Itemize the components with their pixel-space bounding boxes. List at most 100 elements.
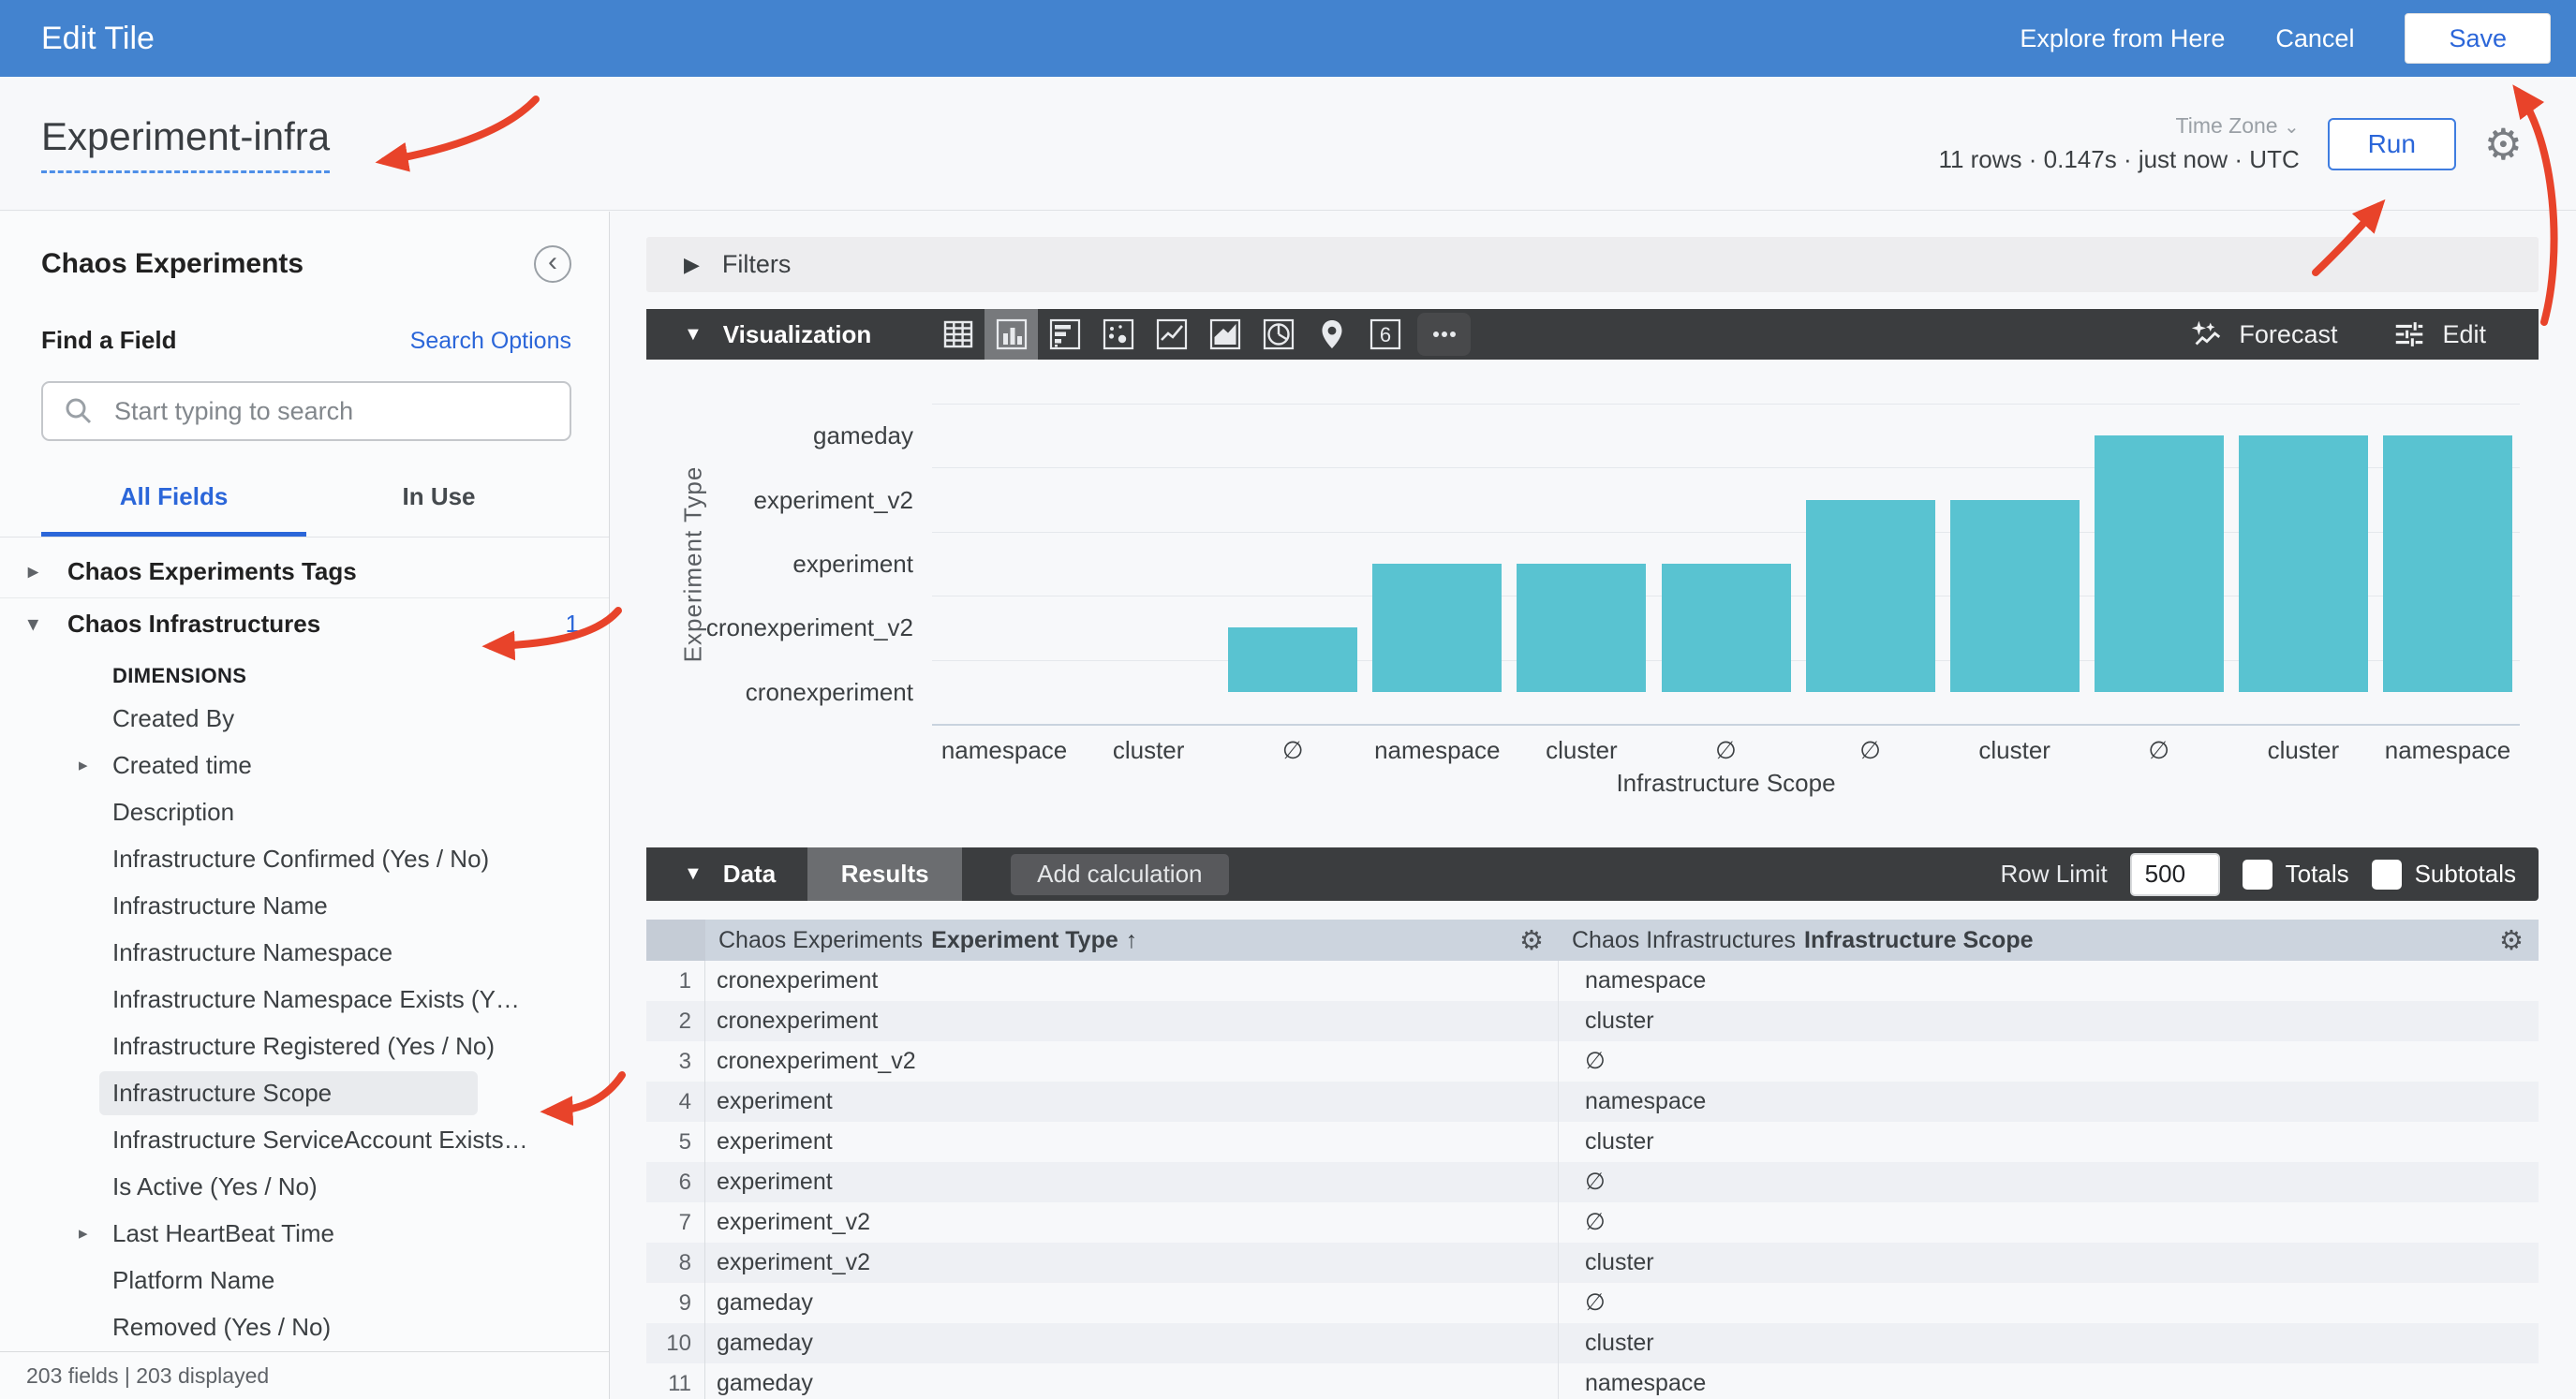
pie-chart-icon[interactable]: [1251, 309, 1305, 360]
sidebar-group-chaos-infrastructures[interactable]: ▾Chaos Infrastructures1: [0, 597, 609, 650]
add-calculation-button[interactable]: Add calculation: [1011, 854, 1228, 895]
table-row[interactable]: 11gamedaynamespace: [646, 1363, 2539, 1399]
sidebar-field-created-time[interactable]: ▸Created time: [0, 742, 609, 788]
cell-experiment-type[interactable]: gameday: [705, 1283, 1559, 1323]
save-button[interactable]: Save: [2405, 13, 2551, 64]
caret-right-icon[interactable]: ▸: [79, 1223, 88, 1244]
cell-infrastructure-scope[interactable]: namespace: [1559, 961, 2539, 1001]
cell-experiment-type[interactable]: experiment: [705, 1162, 1559, 1202]
subtotals-checkbox[interactable]: [2372, 860, 2402, 890]
chart-bar[interactable]: [2383, 435, 2512, 692]
tile-title[interactable]: Experiment-infra: [41, 114, 330, 173]
cell-experiment-type[interactable]: experiment: [705, 1082, 1559, 1122]
search-options-link[interactable]: Search Options: [410, 328, 571, 355]
search-input[interactable]: [114, 397, 551, 426]
sidebar-field-infrastructure-registered-yes-no-[interactable]: Infrastructure Registered (Yes / No): [0, 1023, 609, 1069]
filters-section[interactable]: ▶ Filters: [646, 237, 2539, 292]
forecast-button[interactable]: Forecast: [2188, 317, 2337, 352]
gear-icon[interactable]: ⚙: [2484, 123, 2523, 166]
table-row[interactable]: 9gameday∅: [646, 1283, 2539, 1323]
chart-bar[interactable]: [1806, 500, 1935, 692]
row-limit-input[interactable]: [2130, 853, 2220, 896]
bar-chart-icon[interactable]: [1038, 309, 1091, 360]
single-value-icon[interactable]: 6: [1358, 309, 1412, 360]
cell-experiment-type[interactable]: gameday: [705, 1363, 1559, 1399]
sidebar-field-infrastructure-scope[interactable]: Infrastructure Scope: [0, 1069, 609, 1116]
table-row[interactable]: 4experimentnamespace: [646, 1082, 2539, 1122]
sidebar-field-infrastructure-confirmed-yes-no-[interactable]: Infrastructure Confirmed (Yes / No): [0, 835, 609, 882]
sidebar-field-platform-name[interactable]: Platform Name: [0, 1257, 609, 1303]
field-search-box[interactable]: [41, 381, 571, 441]
sidebar-field-created-by[interactable]: Created By: [0, 695, 609, 742]
tab-all-fields[interactable]: All Fields: [41, 482, 306, 537]
caret-right-icon[interactable]: ▸: [28, 560, 38, 583]
column-chart-icon[interactable]: [985, 309, 1038, 360]
cell-infrastructure-scope[interactable]: cluster: [1559, 1122, 2539, 1162]
field-count-footer: 203 fields | 203 displayed: [0, 1351, 609, 1399]
cell-infrastructure-scope[interactable]: namespace: [1559, 1363, 2539, 1399]
cell-infrastructure-scope[interactable]: ∅: [1559, 1041, 2539, 1082]
sidebar-field-is-active-yes-no-[interactable]: Is Active (Yes / No): [0, 1163, 609, 1210]
timezone-dropdown[interactable]: Time Zone ⌄: [1938, 113, 2299, 139]
area-chart-icon[interactable]: [1198, 309, 1251, 360]
column-header-infrastructure-scope[interactable]: Chaos Infrastructures Infrastructure Sco…: [1559, 920, 2539, 961]
chevron-down-icon[interactable]: ▼: [684, 324, 703, 346]
cell-experiment-type[interactable]: experiment_v2: [705, 1243, 1559, 1283]
table-row[interactable]: 8experiment_v2cluster: [646, 1243, 2539, 1283]
cell-infrastructure-scope[interactable]: cluster: [1559, 1001, 2539, 1041]
cell-experiment-type[interactable]: cronexperiment: [705, 1001, 1559, 1041]
table-row[interactable]: 2cronexperimentcluster: [646, 1001, 2539, 1041]
table-row[interactable]: 5experimentcluster: [646, 1122, 2539, 1162]
table-row[interactable]: 6experiment∅: [646, 1162, 2539, 1202]
chart-bar[interactable]: [1517, 564, 1646, 692]
sidebar-field-infrastructure-name[interactable]: Infrastructure Name: [0, 882, 609, 929]
sidebar-field-last-heartbeat-time[interactable]: ▸Last HeartBeat Time: [0, 1210, 609, 1257]
sidebar-group-chaos-experiments-tags[interactable]: ▸Chaos Experiments Tags: [0, 545, 609, 597]
totals-checkbox[interactable]: [2243, 860, 2273, 890]
cancel-button[interactable]: Cancel: [2275, 24, 2354, 53]
sidebar-field-infrastructure-namespace-exists-y-[interactable]: Infrastructure Namespace Exists (Y…: [0, 976, 609, 1023]
results-tab[interactable]: Results: [807, 847, 962, 901]
table-row[interactable]: 7experiment_v2∅: [646, 1202, 2539, 1243]
more-options-icon[interactable]: [1417, 313, 1471, 356]
sidebar-field-removed-yes-no-[interactable]: Removed (Yes / No): [0, 1303, 609, 1350]
chart-bar[interactable]: [1662, 564, 1791, 692]
cell-infrastructure-scope[interactable]: namespace: [1559, 1082, 2539, 1122]
cell-experiment-type[interactable]: gameday: [705, 1323, 1559, 1363]
collapse-sidebar-icon[interactable]: ‹: [534, 245, 571, 283]
cell-experiment-type[interactable]: experiment_v2: [705, 1202, 1559, 1243]
sidebar-field-infrastructure-serviceaccount-exists-[interactable]: Infrastructure ServiceAccount Exists…: [0, 1116, 609, 1163]
cell-experiment-type[interactable]: cronexperiment_v2: [705, 1041, 1559, 1082]
cell-infrastructure-scope[interactable]: ∅: [1559, 1162, 2539, 1202]
chart-bar[interactable]: [1228, 627, 1357, 691]
tab-in-use[interactable]: In Use: [306, 482, 571, 537]
map-pin-icon[interactable]: [1305, 309, 1358, 360]
table-row[interactable]: 10gamedaycluster: [646, 1323, 2539, 1363]
cell-experiment-type[interactable]: experiment: [705, 1122, 1559, 1162]
chart-bar[interactable]: [2095, 435, 2224, 692]
cell-infrastructure-scope[interactable]: ∅: [1559, 1283, 2539, 1323]
column-gear-icon[interactable]: ⚙: [2499, 924, 2524, 957]
cell-experiment-type[interactable]: cronexperiment: [705, 961, 1559, 1001]
edit-viz-button[interactable]: Edit: [2391, 317, 2486, 352]
caret-right-icon[interactable]: ▸: [79, 755, 88, 776]
caret-down-icon[interactable]: ▾: [28, 612, 38, 636]
scatter-chart-icon[interactable]: [1091, 309, 1145, 360]
chevron-down-icon[interactable]: ▼: [684, 863, 703, 885]
sidebar-field-infrastructure-namespace[interactable]: Infrastructure Namespace: [0, 929, 609, 976]
chart-bar[interactable]: [2239, 435, 2368, 692]
table-row[interactable]: 1cronexperimentnamespace: [646, 961, 2539, 1001]
line-chart-icon[interactable]: [1145, 309, 1198, 360]
column-gear-icon[interactable]: ⚙: [1519, 924, 1544, 957]
chart-bar[interactable]: [1950, 500, 2080, 692]
chart-bar[interactable]: [1372, 564, 1502, 692]
cell-infrastructure-scope[interactable]: ∅: [1559, 1202, 2539, 1243]
table-chart-icon[interactable]: [931, 309, 985, 360]
column-header-experiment-type[interactable]: Chaos Experiments Experiment Type ↑ ⚙: [705, 920, 1559, 961]
sidebar-field-description[interactable]: Description: [0, 788, 609, 835]
explore-from-here-link[interactable]: Explore from Here: [2020, 24, 2225, 53]
cell-infrastructure-scope[interactable]: cluster: [1559, 1323, 2539, 1363]
table-row[interactable]: 3cronexperiment_v2∅: [646, 1041, 2539, 1082]
run-button[interactable]: Run: [2328, 118, 2456, 170]
cell-infrastructure-scope[interactable]: cluster: [1559, 1243, 2539, 1283]
